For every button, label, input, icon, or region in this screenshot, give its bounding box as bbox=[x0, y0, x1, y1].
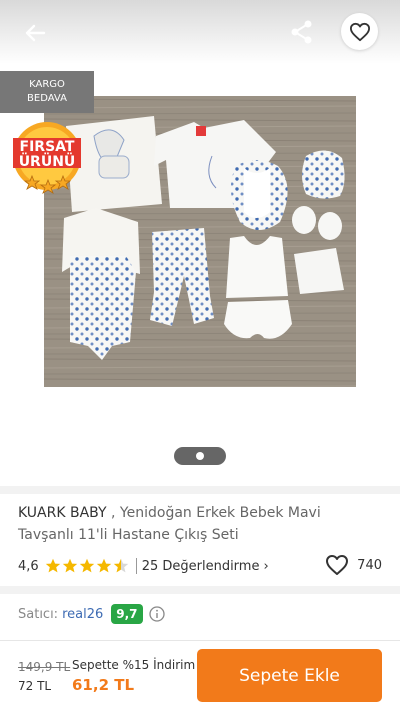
product-photo[interactable] bbox=[44, 96, 356, 387]
star-icon bbox=[96, 558, 111, 573]
image-pager[interactable] bbox=[174, 447, 226, 465]
star-icon bbox=[79, 558, 94, 573]
heart-icon bbox=[349, 22, 370, 41]
deal-badge-line2: ÜRÜNÜ bbox=[19, 152, 76, 170]
arrow-left-icon bbox=[25, 24, 46, 42]
cargo-badge-line2: BEDAVA bbox=[27, 93, 67, 104]
seller-score-badge: 9,7 bbox=[111, 604, 143, 624]
product-title: KUARK BABY , Yenidoğan Erkek Bebek Mavi … bbox=[18, 502, 378, 546]
seller-row: Satıcı: real26 9,7 bbox=[18, 603, 165, 625]
favorite-button[interactable] bbox=[341, 13, 378, 50]
cargo-badge-line1: KARGO bbox=[29, 79, 65, 90]
rating-row: 4,6 25 Değerlendirme › 740 bbox=[18, 554, 382, 576]
seller-label: Satıcı: bbox=[18, 606, 59, 622]
baby-clothing-set-photo bbox=[44, 96, 356, 387]
top-bar bbox=[0, 0, 400, 64]
pager-dot-active bbox=[196, 452, 204, 460]
star-half-icon bbox=[113, 558, 128, 573]
base-price: 72 TL bbox=[18, 679, 52, 693]
chevron-right-icon: › bbox=[263, 558, 269, 574]
favorite-count-group[interactable]: 740 bbox=[325, 554, 382, 576]
share-button[interactable] bbox=[287, 17, 317, 47]
free-shipping-badge: KARGO BEDAVA bbox=[0, 71, 94, 113]
final-price: 61,2 TL bbox=[72, 676, 135, 694]
info-icon[interactable] bbox=[148, 606, 165, 622]
star-icon bbox=[62, 558, 77, 573]
star-icon bbox=[45, 558, 60, 573]
product-gallery[interactable]: KARGO BEDAVA FIRSAT ÜRÜNÜ bbox=[0, 0, 400, 486]
rating-stars bbox=[45, 558, 130, 574]
rating-value: 4,6 bbox=[18, 558, 39, 574]
deal-badge: FIRSAT ÜRÜNÜ bbox=[8, 118, 86, 200]
old-price: 149,9 TL bbox=[18, 660, 71, 674]
heart-outline-icon bbox=[326, 555, 349, 575]
reviews-link[interactable]: 25 Değerlendirme bbox=[142, 559, 260, 574]
share-icon bbox=[291, 20, 312, 44]
deal-badge-graphic: FIRSAT ÜRÜNÜ bbox=[13, 122, 81, 194]
basket-discount-label: Sepette %15 İndirim bbox=[72, 658, 196, 672]
rating-separator bbox=[135, 558, 137, 574]
add-to-cart-button[interactable]: Sepete Ekle bbox=[197, 649, 382, 702]
section-divider bbox=[0, 486, 400, 494]
section-divider bbox=[0, 586, 400, 594]
deal-badge-line1: FIRSAT bbox=[20, 139, 75, 155]
product-brand[interactable]: KUARK BABY bbox=[18, 505, 107, 521]
back-button[interactable] bbox=[20, 18, 50, 48]
seller-name-link[interactable]: real26 bbox=[62, 607, 103, 622]
title-separator: , bbox=[106, 505, 120, 521]
favorite-count: 740 bbox=[357, 557, 382, 573]
